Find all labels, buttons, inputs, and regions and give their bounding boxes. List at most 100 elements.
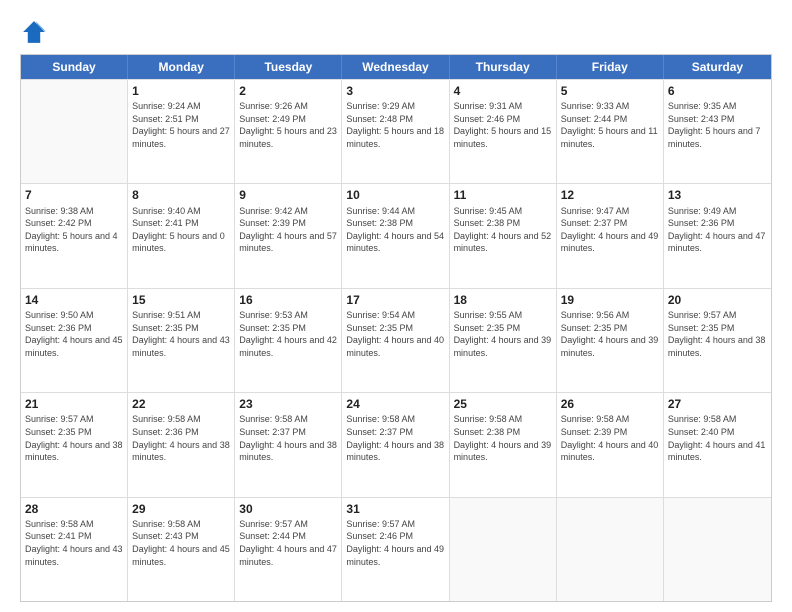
calendar-row-0: 1Sunrise: 9:24 AMSunset: 2:51 PMDaylight…	[21, 79, 771, 183]
calendar-cell-empty-4-6	[664, 498, 771, 601]
calendar-cell-20: 20Sunrise: 9:57 AMSunset: 2:35 PMDayligh…	[664, 289, 771, 392]
day-number: 14	[25, 292, 123, 308]
cell-info: Sunrise: 9:31 AMSunset: 2:46 PMDaylight:…	[454, 100, 552, 150]
calendar-cell-6: 6Sunrise: 9:35 AMSunset: 2:43 PMDaylight…	[664, 80, 771, 183]
cell-info: Sunrise: 9:58 AMSunset: 2:41 PMDaylight:…	[25, 518, 123, 568]
cell-info: Sunrise: 9:47 AMSunset: 2:37 PMDaylight:…	[561, 205, 659, 255]
day-number: 5	[561, 83, 659, 99]
cell-info: Sunrise: 9:57 AMSunset: 2:46 PMDaylight:…	[346, 518, 444, 568]
weekday-header-friday: Friday	[557, 55, 664, 79]
day-number: 1	[132, 83, 230, 99]
cell-info: Sunrise: 9:56 AMSunset: 2:35 PMDaylight:…	[561, 309, 659, 359]
day-number: 7	[25, 187, 123, 203]
calendar-cell-11: 11 Sunrise: 9:45 AMSunset: 2:38 PMDayligh…	[450, 184, 557, 287]
calendar-header: SundayMondayTuesdayWednesdayThursdayFrid…	[21, 55, 771, 79]
calendar-cell-25: 25Sunrise: 9:58 AMSunset: 2:38 PMDayligh…	[450, 393, 557, 496]
day-number: 27	[668, 396, 767, 412]
cell-info: Sunrise: 9:44 AMSunset: 2:38 PMDaylight:…	[346, 205, 444, 255]
day-number: 2	[239, 83, 337, 99]
day-number: 24	[346, 396, 444, 412]
cell-info: Sunrise: 9:24 AMSunset: 2:51 PMDaylight:…	[132, 100, 230, 150]
day-number: 28	[25, 501, 123, 517]
cell-info: Sunrise: 9:58 AMSunset: 2:43 PMDaylight:…	[132, 518, 230, 568]
cell-info: Sunrise: 9:35 AMSunset: 2:43 PMDaylight:…	[668, 100, 767, 150]
logo	[20, 18, 52, 46]
cell-info: Sunrise: 9:49 AMSunset: 2:36 PMDaylight:…	[668, 205, 767, 255]
calendar-cell-26: 26Sunrise: 9:58 AMSunset: 2:39 PMDayligh…	[557, 393, 664, 496]
weekday-header-monday: Monday	[128, 55, 235, 79]
weekday-header-tuesday: Tuesday	[235, 55, 342, 79]
cell-info: Sunrise: 9:26 AMSunset: 2:49 PMDaylight:…	[239, 100, 337, 150]
calendar-cell-10: 10 Sunrise: 9:44 AMSunset: 2:38 PMDayligh…	[342, 184, 449, 287]
calendar-cell-16: 16Sunrise: 9:53 AMSunset: 2:35 PMDayligh…	[235, 289, 342, 392]
day-number: 25	[454, 396, 552, 412]
cell-info: Sunrise: 9:55 AMSunset: 2:35 PMDaylight:…	[454, 309, 552, 359]
calendar-cell-17: 17Sunrise: 9:54 AMSunset: 2:35 PMDayligh…	[342, 289, 449, 392]
calendar-row-2: 14Sunrise: 9:50 AMSunset: 2:36 PMDayligh…	[21, 288, 771, 392]
calendar-cell-30: 30Sunrise: 9:57 AMSunset: 2:44 PMDayligh…	[235, 498, 342, 601]
calendar-cell-27: 27Sunrise: 9:58 AMSunset: 2:40 PMDayligh…	[664, 393, 771, 496]
calendar-cell-31: 31Sunrise: 9:57 AMSunset: 2:46 PMDayligh…	[342, 498, 449, 601]
cell-info: Sunrise: 9:58 AMSunset: 2:36 PMDaylight:…	[132, 413, 230, 463]
cell-info: Sunrise: 9:53 AMSunset: 2:35 PMDaylight:…	[239, 309, 337, 359]
cell-info: Sunrise: 9:57 AMSunset: 2:35 PMDaylight:…	[668, 309, 767, 359]
calendar-body: 1Sunrise: 9:24 AMSunset: 2:51 PMDaylight…	[21, 79, 771, 601]
cell-info: Sunrise: 9:38 AMSunset: 2:42 PMDaylight:…	[25, 205, 123, 255]
day-number: 16	[239, 292, 337, 308]
calendar-cell-7: 7 Sunrise: 9:38 AMSunset: 2:42 PMDaylight…	[21, 184, 128, 287]
cell-info: Sunrise: 9:33 AMSunset: 2:44 PMDaylight:…	[561, 100, 659, 150]
day-number: 15	[132, 292, 230, 308]
cell-info: Sunrise: 9:45 AMSunset: 2:38 PMDaylight:…	[454, 205, 552, 255]
day-number: 19	[561, 292, 659, 308]
calendar: SundayMondayTuesdayWednesdayThursdayFrid…	[20, 54, 772, 602]
calendar-cell-empty-0-0	[21, 80, 128, 183]
day-number: 3	[346, 83, 444, 99]
day-number: 31	[346, 501, 444, 517]
calendar-row-3: 21Sunrise: 9:57 AMSunset: 2:35 PMDayligh…	[21, 392, 771, 496]
calendar-cell-3: 3Sunrise: 9:29 AMSunset: 2:48 PMDaylight…	[342, 80, 449, 183]
day-number: 13	[668, 187, 767, 203]
calendar-cell-15: 15Sunrise: 9:51 AMSunset: 2:35 PMDayligh…	[128, 289, 235, 392]
cell-info: Sunrise: 9:57 AMSunset: 2:44 PMDaylight:…	[239, 518, 337, 568]
calendar-cell-24: 24Sunrise: 9:58 AMSunset: 2:37 PMDayligh…	[342, 393, 449, 496]
calendar-row-1: 7 Sunrise: 9:38 AMSunset: 2:42 PMDaylight…	[21, 183, 771, 287]
weekday-header-saturday: Saturday	[664, 55, 771, 79]
day-number: 18	[454, 292, 552, 308]
calendar-cell-22: 22Sunrise: 9:58 AMSunset: 2:36 PMDayligh…	[128, 393, 235, 496]
calendar-cell-9: 9 Sunrise: 9:42 AMSunset: 2:39 PMDaylight…	[235, 184, 342, 287]
calendar-cell-14: 14Sunrise: 9:50 AMSunset: 2:36 PMDayligh…	[21, 289, 128, 392]
day-number: 26	[561, 396, 659, 412]
cell-info: Sunrise: 9:58 AMSunset: 2:40 PMDaylight:…	[668, 413, 767, 463]
cell-info: Sunrise: 9:58 AMSunset: 2:37 PMDaylight:…	[346, 413, 444, 463]
calendar-cell-18: 18Sunrise: 9:55 AMSunset: 2:35 PMDayligh…	[450, 289, 557, 392]
cell-info: Sunrise: 9:50 AMSunset: 2:36 PMDaylight:…	[25, 309, 123, 359]
day-number: 6	[668, 83, 767, 99]
calendar-row-4: 28Sunrise: 9:58 AMSunset: 2:41 PMDayligh…	[21, 497, 771, 601]
logo-icon	[20, 18, 48, 46]
calendar-cell-29: 29Sunrise: 9:58 AMSunset: 2:43 PMDayligh…	[128, 498, 235, 601]
calendar-cell-19: 19Sunrise: 9:56 AMSunset: 2:35 PMDayligh…	[557, 289, 664, 392]
day-number: 23	[239, 396, 337, 412]
cell-info: Sunrise: 9:58 AMSunset: 2:37 PMDaylight:…	[239, 413, 337, 463]
calendar-cell-1: 1Sunrise: 9:24 AMSunset: 2:51 PMDaylight…	[128, 80, 235, 183]
weekday-header-thursday: Thursday	[450, 55, 557, 79]
day-number: 29	[132, 501, 230, 517]
cell-info: Sunrise: 9:51 AMSunset: 2:35 PMDaylight:…	[132, 309, 230, 359]
calendar-cell-4: 4Sunrise: 9:31 AMSunset: 2:46 PMDaylight…	[450, 80, 557, 183]
calendar-cell-empty-4-4	[450, 498, 557, 601]
weekday-header-sunday: Sunday	[21, 55, 128, 79]
calendar-cell-5: 5Sunrise: 9:33 AMSunset: 2:44 PMDaylight…	[557, 80, 664, 183]
day-number: 12	[561, 187, 659, 203]
day-number: 20	[668, 292, 767, 308]
day-number: 8	[132, 187, 230, 203]
day-number: 22	[132, 396, 230, 412]
cell-info: Sunrise: 9:40 AMSunset: 2:41 PMDaylight:…	[132, 205, 230, 255]
day-number: 10	[346, 187, 444, 203]
cell-info: Sunrise: 9:57 AMSunset: 2:35 PMDaylight:…	[25, 413, 123, 463]
cell-info: Sunrise: 9:42 AMSunset: 2:39 PMDaylight:…	[239, 205, 337, 255]
day-number: 11	[454, 187, 552, 203]
calendar-cell-21: 21Sunrise: 9:57 AMSunset: 2:35 PMDayligh…	[21, 393, 128, 496]
cell-info: Sunrise: 9:58 AMSunset: 2:39 PMDaylight:…	[561, 413, 659, 463]
day-number: 9	[239, 187, 337, 203]
calendar-cell-12: 12 Sunrise: 9:47 AMSunset: 2:37 PMDayligh…	[557, 184, 664, 287]
